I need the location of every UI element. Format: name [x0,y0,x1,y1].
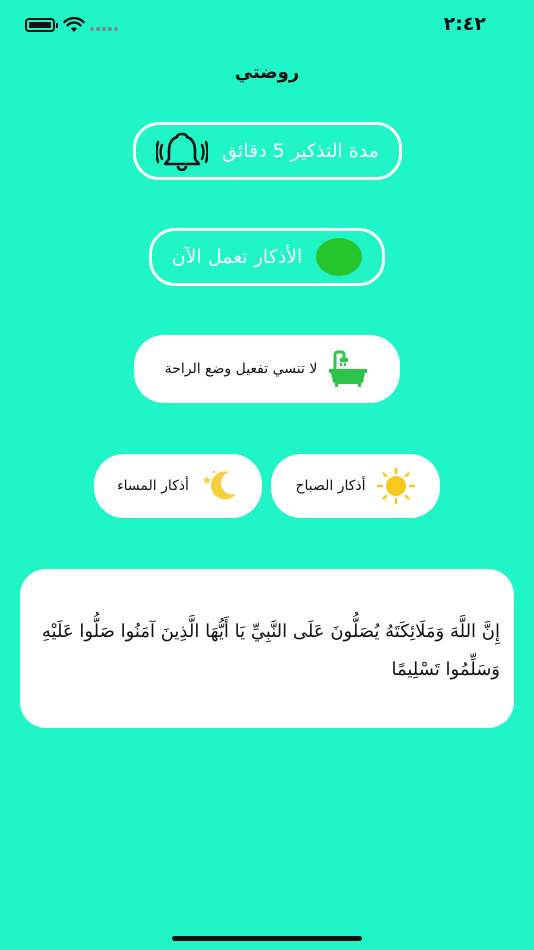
moon-icon [202,470,236,500]
morning-adhkar-label: أذكار الصباح [295,478,366,494]
battery-icon [25,18,58,32]
reminder-duration-label: مدة التذكير 5 دقائق [222,140,379,162]
bathtub-icon [329,350,368,387]
wifi-icon [63,17,85,32]
verse-card: إِنَّ اللَّهَ وَمَلَائِكَتَهُ يُصَلُّونَ… [20,569,514,728]
rest-mode-button[interactable]: لا تنسي تفعيل وضع الراحة [134,335,400,403]
status-time: ٢:٤٢ [443,13,486,35]
reminder-duration-button[interactable]: مدة التذكير 5 دقائق [133,122,402,180]
sun-icon [376,468,415,504]
evening-adhkar-button[interactable]: أذكار المساء [94,454,262,518]
morning-adhkar-button[interactable]: أذكار الصباح [271,454,440,518]
rest-mode-label: لا تنسي تفعيل وضع الراحة [164,361,318,377]
status-bar: ٢:٤٢ [0,0,534,50]
bell-ringing-icon [156,132,209,171]
toggle-indicator[interactable] [316,238,363,276]
toggle-label: الأذكار تعمل الآن [171,246,303,268]
adhkar-toggle-button[interactable]: الأذكار تعمل الآن [149,228,385,286]
page-title: روضتي [234,62,300,83]
evening-adhkar-label: أذكار المساء [117,478,189,494]
cellular-signal-icon [90,27,118,31]
verse-text: إِنَّ اللَّهَ وَمَلَائِكَتَهُ يُصَلُّونَ… [41,621,500,680]
home-indicator[interactable] [172,936,362,941]
